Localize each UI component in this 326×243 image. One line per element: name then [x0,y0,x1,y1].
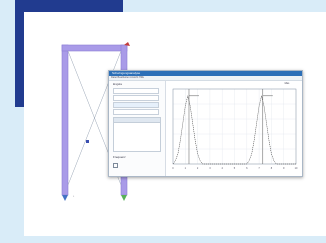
svg-text:↓: ↓ [73,194,75,198]
x-tick-label: 3 [209,167,211,170]
x-tick-label: 8 [271,167,273,170]
plot-area: Max. 0 1 2 3 4 5 6 7 8 9 10 [167,81,300,174]
input-field-4[interactable] [113,109,159,115]
response-chart: 0 1 2 3 4 5 6 7 8 9 10 [172,88,298,170]
x-tick-label: 4 [222,167,224,170]
x-tick-label: 0 [172,167,174,170]
node-marker [86,140,89,143]
x-tick-label: 1 [185,167,187,170]
top-beam [61,44,128,52]
analysis-window: Schwingungsanalyse Datei Bearbeiten Ansi… [108,70,303,177]
x-tick-label: 2 [197,167,199,170]
x-tick-label: 5 [234,167,236,170]
input-field-2[interactable] [113,95,159,101]
plot-caption: Max. [284,82,290,85]
right-support-icon [121,195,127,201]
x-tick-label: 6 [246,167,248,170]
input-field-3[interactable] [113,102,159,108]
left-support-icon [62,195,68,201]
input-field-1[interactable] [113,88,159,94]
footer-label: Frequenz [113,155,126,159]
section-label: Eingabe [113,83,123,86]
x-tick-label: 10 [295,167,298,170]
input-sidebar: Eingabe Frequenz [109,81,166,176]
result-list[interactable] [113,122,161,152]
x-tick-label: 9 [283,167,285,170]
x-tick-label: 7 [258,167,260,170]
checkbox[interactable] [113,163,118,168]
left-column [61,44,69,196]
